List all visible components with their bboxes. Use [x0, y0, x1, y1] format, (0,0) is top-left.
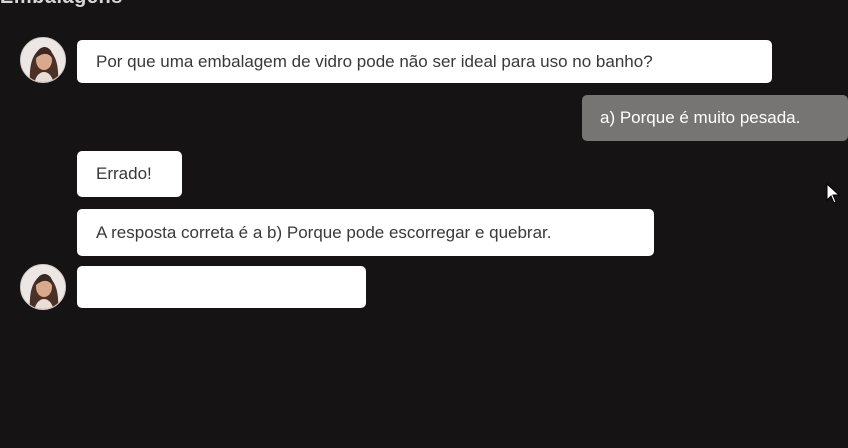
correction-bubble: A resposta correta é a b) Porque pode es… — [77, 209, 654, 256]
user-answer-bubble: a) Porque é muito pesada. — [582, 95, 848, 141]
bot-avatar — [20, 37, 66, 83]
mouse-pointer-icon — [826, 183, 840, 204]
woman-portrait-icon — [21, 265, 65, 309]
feedback-bubble: Errado! — [77, 151, 182, 197]
woman-portrait-icon — [21, 38, 65, 82]
chat-screen: Embalagens Por que uma embalagem de vidr… — [0, 0, 848, 448]
bot-question-bubble: Por que uma embalagem de vidro pode não … — [77, 40, 772, 83]
typing-bubble — [77, 266, 366, 308]
bot-avatar — [20, 264, 66, 310]
page-title: Embalagens — [0, 0, 123, 9]
